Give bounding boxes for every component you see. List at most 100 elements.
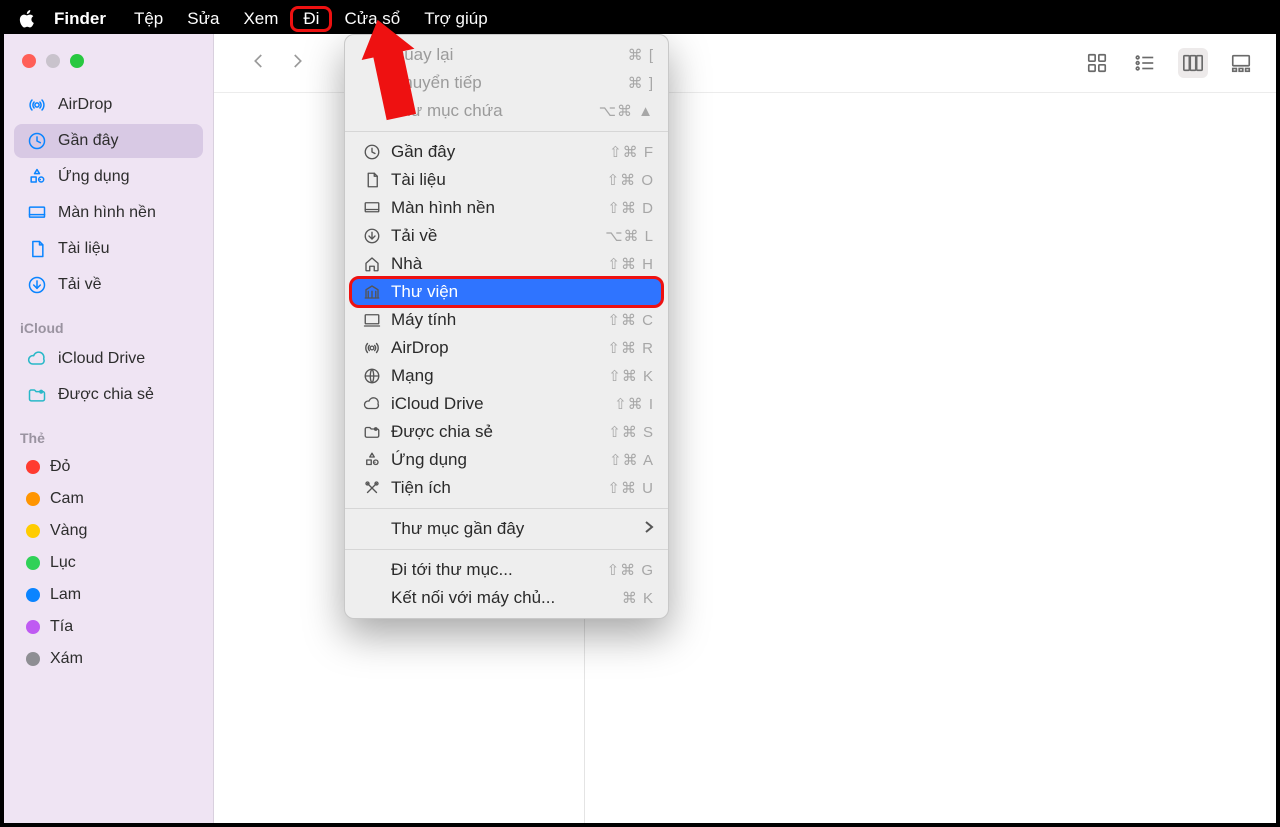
menu-item[interactable]: Được chia sẻ⇧⌘ S [345,418,668,446]
forward-button[interactable] [288,52,306,75]
computer-icon [359,311,385,329]
download-icon [359,227,385,245]
menu-item[interactable]: Nhà⇧⌘ H [345,250,668,278]
sidebar-item-cloud[interactable]: iCloud Drive [14,342,203,376]
sidebar-item-label: Lục [50,554,76,572]
menu-shortcut: ⌘ [ [628,46,654,64]
sidebar-item-airdrop[interactable]: AirDrop [14,88,203,122]
menubar-item-xem[interactable]: Xem [231,6,290,32]
tag-dot-icon [26,652,40,666]
window-controls [4,42,213,86]
menubar-item-trợ giúp[interactable]: Trợ giúp [412,6,499,32]
sidebar-item-label: Lam [50,586,81,604]
column-view-button[interactable] [1178,48,1208,78]
sidebar-item-download[interactable]: Tải về [14,268,203,302]
menu-item[interactable]: Máy tính⇧⌘ C [345,306,668,334]
menu-shortcut: ⇧⌘ D [607,199,654,217]
sidebar-item-label: Vàng [50,522,87,540]
menu-item[interactable]: Tài liệu⇧⌘ O [345,166,668,194]
menu-shortcut: ⇧⌘ K [608,367,654,385]
cloud-icon [359,395,385,413]
menubar-item-đi[interactable]: Đi [290,6,332,32]
menu-item[interactable]: iCloud Drive⇧⌘ I [345,390,668,418]
menu-item[interactable]: Kết nối với máy chủ...⌘ K [345,584,668,612]
clock-icon [26,130,48,152]
minimize-button[interactable] [46,54,60,68]
menubar: Finder TệpSửaXemĐiCửa sổTrợ giúp [4,4,1276,34]
tag-dot-icon [26,620,40,634]
menu-item[interactable]: Chuyển tiếp⌘ ] [345,69,668,97]
menu-item[interactable]: Thư viện [351,278,662,306]
menu-item-label: Tiện ích [385,478,607,498]
tag-dot-icon [26,460,40,474]
sidebar-item-label: Cam [50,490,84,508]
menu-item[interactable]: Thư mục gần đây [345,515,668,543]
menu-item-label: Thư mục chứa [385,101,599,121]
view-switcher [1082,48,1256,78]
sidebar-item-label: Tía [50,618,73,636]
gallery-view-button[interactable] [1226,48,1256,78]
menu-item-label: Thư viện [385,282,654,302]
menu-shortcut: ⇧⌘ S [608,423,654,441]
apple-menu-icon[interactable] [18,9,40,29]
menu-item[interactable]: Quay lại⌘ [ [345,41,668,69]
sidebar-item-shared-folder[interactable]: Được chia sẻ [14,378,203,412]
menubar-item-tệp[interactable]: Tệp [122,6,175,32]
desktop-icon [359,199,385,217]
sidebar-item-apps[interactable]: Ứng dụng [14,160,203,194]
document-icon [26,238,48,260]
sidebar-tag[interactable]: Đỏ [14,452,203,482]
sidebar-item-label: iCloud Drive [58,350,145,368]
sidebar-tag[interactable]: Lục [14,548,203,578]
back-button[interactable] [250,52,268,75]
menu-item[interactable]: Đi tới thư mục...⇧⌘ G [345,556,668,584]
sidebar-item-label: Đỏ [50,458,70,476]
sidebar-tag[interactable]: Tía [14,612,203,642]
menu-item[interactable]: Màn hình nền⇧⌘ D [345,194,668,222]
menu-shortcut: ⇧⌘ G [607,561,654,579]
menu-item-label: Nhà [385,254,607,274]
chevron-right-icon [644,519,654,539]
menu-shortcut: ⇧⌘ F [609,143,654,161]
shared-folder-icon [26,384,48,406]
sidebar-item-clock[interactable]: Gần đây [14,124,203,158]
sidebar-item-label: Xám [50,650,83,668]
menu-item[interactable]: Tiện ích⇧⌘ U [345,474,668,502]
download-icon [26,274,48,296]
menu-shortcut: ⌘ K [622,589,654,607]
list-view-button[interactable] [1130,48,1160,78]
airdrop-icon [26,94,48,116]
menu-shortcut: ⇧⌘ U [607,479,654,497]
menu-item[interactable]: Gần đây⇧⌘ F [345,138,668,166]
menu-item-label: Đi tới thư mục... [385,560,607,580]
go-menu-dropdown: Quay lại⌘ [Chuyển tiếp⌘ ]Thư mục chứa⌥⌘ … [344,34,669,619]
menubar-item-sửa[interactable]: Sửa [175,6,231,32]
library-icon [359,283,385,301]
sidebar: AirDropGần đâyỨng dụngMàn hình nềnTài li… [4,34,214,823]
menu-item[interactable]: Mạng⇧⌘ K [345,362,668,390]
menu-item-label: iCloud Drive [385,394,614,414]
airdrop-icon [359,339,385,357]
menu-item[interactable]: Thư mục chứa⌥⌘ ▲ [345,97,668,125]
sidebar-item-document[interactable]: Tài liệu [14,232,203,266]
menu-item[interactable]: Tải về⌥⌘ L [345,222,668,250]
menu-item-label: Máy tính [385,310,607,330]
sidebar-tag[interactable]: Cam [14,484,203,514]
sidebar-tag[interactable]: Vàng [14,516,203,546]
utilities-icon [359,479,385,497]
menubar-item-cửa sổ[interactable]: Cửa sổ [332,6,412,32]
sidebar-item-desktop[interactable]: Màn hình nền [14,196,203,230]
zoom-button[interactable] [70,54,84,68]
close-button[interactable] [22,54,36,68]
icon-view-button[interactable] [1082,48,1112,78]
menu-shortcut: ⇧⌘ H [607,255,654,273]
sidebar-section-icloud: iCloud [4,304,213,340]
sidebar-tag[interactable]: Xám [14,644,203,674]
app-title[interactable]: Finder [54,9,106,29]
sidebar-tag[interactable]: Lam [14,580,203,610]
shared-folder-icon [359,423,385,441]
menu-item[interactable]: AirDrop⇧⌘ R [345,334,668,362]
menu-item[interactable]: Ứng dụng⇧⌘ A [345,446,668,474]
network-icon [359,367,385,385]
menu-shortcut: ⇧⌘ R [607,339,654,357]
